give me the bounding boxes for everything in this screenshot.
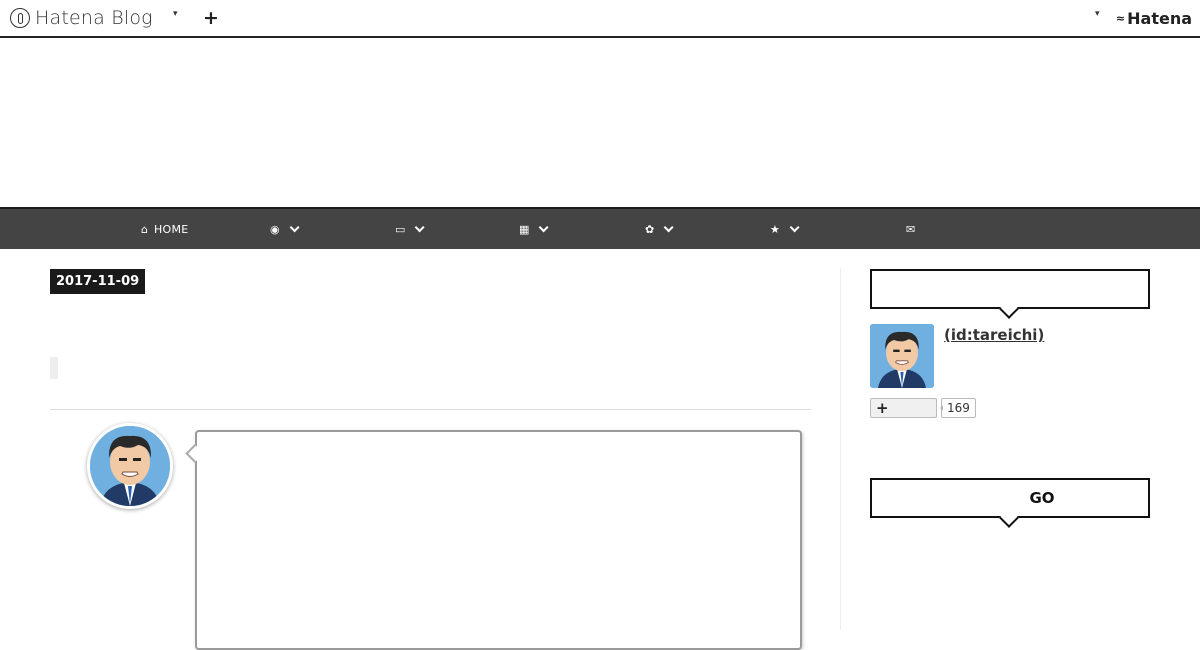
chevron-down-icon [289, 221, 300, 232]
gear-icon: ✿ [645, 222, 655, 236]
speech-bubble [195, 430, 802, 650]
hatena-blog-mark-icon [10, 8, 30, 28]
envelope-icon: ✉ [906, 222, 916, 236]
profile-avatar[interactable] [870, 324, 934, 388]
blog-menu-caret-icon[interactable]: ▾ [173, 9, 178, 19]
global-nav: ⌂ HOME ◉ ▭ ▦ ✿ ★ ✉ [0, 207, 1200, 249]
search-heading-text: GO [1029, 489, 1055, 507]
profile-id-link[interactable]: (id:tareichi) [944, 326, 1044, 344]
user-circle-icon: ◉ [270, 222, 280, 236]
heading-pointer [999, 508, 1019, 528]
author-face-icon [90, 426, 170, 506]
nav-home-label: HOME [153, 222, 189, 236]
entry-divider [50, 409, 811, 410]
chevron-down-icon [539, 221, 549, 232]
nav-contact[interactable]: ✉ [906, 209, 915, 249]
brand-name: Hatena Blog [35, 7, 153, 29]
subscribe-button[interactable]: + [870, 398, 937, 418]
nav-settings-menu[interactable]: ✿ [645, 209, 674, 249]
hatena-logo[interactable]: ≈ Hatena [1116, 9, 1192, 28]
account-menu-caret-icon[interactable]: ▾ [1095, 9, 1100, 19]
new-entry-plus-button[interactable]: + [203, 6, 219, 30]
home-icon: ⌂ [141, 222, 148, 236]
chevron-down-icon [789, 221, 800, 232]
hatena-blog-logo[interactable]: Hatena Blog [10, 6, 153, 30]
nav-home[interactable]: ⌂ HOME [141, 209, 189, 249]
plus-icon: + [876, 399, 889, 417]
profile-face-icon [870, 324, 934, 388]
entry-date-badge[interactable]: 2017-11-09 [50, 269, 146, 294]
sidebar-divider [840, 268, 841, 630]
search-module-heading: GO [870, 478, 1150, 528]
author-avatar [87, 423, 173, 509]
entry-title-placeholder [50, 357, 58, 379]
laptop-icon: ▭ [395, 222, 406, 236]
hatena-global-header: Hatena Blog ▾ + ▾ ≈ Hatena [0, 0, 1200, 38]
grid-icon: ▦ [519, 222, 530, 236]
hatena-mark-icon: ≈ [1115, 12, 1125, 25]
profile-module-heading [870, 269, 1150, 319]
subscriber-count: 169 [940, 398, 976, 418]
hatena-label: Hatena [1127, 9, 1192, 28]
heading-pointer [999, 299, 1019, 319]
nav-laptop-menu[interactable]: ▭ [395, 209, 425, 249]
nav-profile-menu[interactable]: ◉ [270, 209, 300, 249]
nav-favorites-menu[interactable]: ★ [770, 209, 800, 249]
star-icon: ★ [770, 222, 780, 236]
chevron-down-icon [663, 221, 674, 232]
chevron-down-icon [415, 221, 425, 232]
nav-category-menu[interactable]: ▦ [519, 209, 549, 249]
